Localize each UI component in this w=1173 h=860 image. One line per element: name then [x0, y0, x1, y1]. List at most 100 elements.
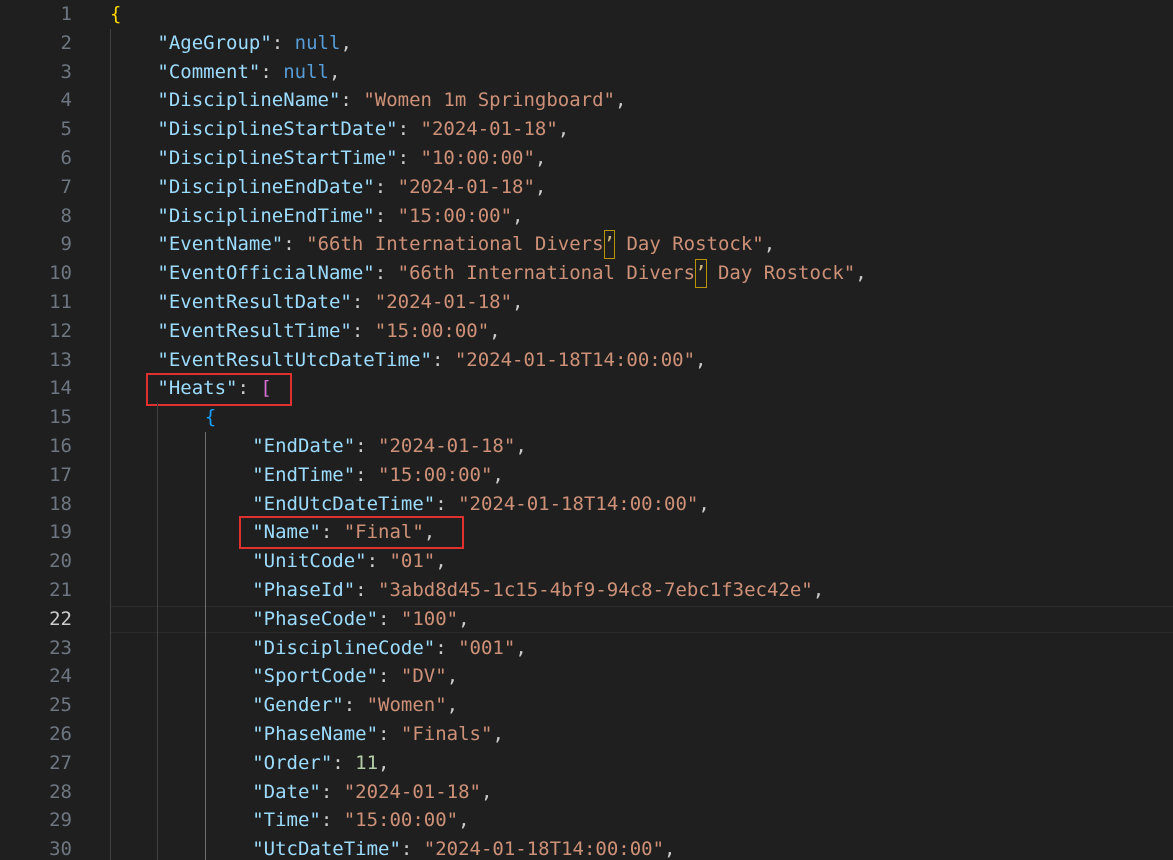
- punctuation: :: [378, 607, 401, 630]
- code-line[interactable]: 4 "DisciplineName": "Women 1m Springboard…: [0, 86, 1173, 115]
- json-string: "2024-01-18T14:00:00": [458, 492, 699, 515]
- punctuation: :: [435, 636, 459, 659]
- code-line[interactable]: 1{: [0, 0, 1173, 29]
- json-string: "2024-01-18": [420, 118, 558, 141]
- json-key: "DisciplineStartDate": [157, 118, 398, 141]
- punctuation: :: [397, 118, 421, 141]
- json-string: "01": [389, 550, 436, 573]
- json-key: "Order": [252, 751, 333, 774]
- line-code: "EventResultDate": "2024-01-18",: [157, 288, 523, 317]
- punctuation: ,: [515, 636, 527, 659]
- code-line[interactable]: 10 "EventOfficialName": "66th Internation…: [0, 259, 1173, 288]
- json-key: "EventResultDate": [157, 290, 352, 313]
- line-number: 25: [49, 694, 72, 717]
- line-code: "AgeGroup": null,: [157, 29, 352, 58]
- line-code: "Order": 11,: [252, 749, 389, 778]
- code-line[interactable]: 6 "DisciplineStartTime": "10:00:00",: [0, 144, 1173, 173]
- highlight-name-box: [239, 516, 464, 549]
- code-line[interactable]: 8 "DisciplineEndTime": "15:00:00",: [0, 202, 1173, 231]
- json-string: "Finals": [400, 722, 493, 745]
- line-number: 18: [49, 492, 72, 515]
- code-line[interactable]: 28 "Date": "2024-01-18",: [0, 778, 1173, 807]
- line-number: 1: [60, 3, 72, 25]
- json-string: "2024-01-18": [378, 434, 516, 457]
- line-number: 28: [49, 780, 72, 803]
- code-line[interactable]: 16 "EndDate": "2024-01-18",: [0, 432, 1173, 461]
- punctuation: :: [374, 204, 398, 227]
- code-line[interactable]: 20 "UnitCode": "01",: [0, 547, 1173, 576]
- line-code: "DisciplineEndTime": "15:00:00",: [157, 202, 523, 231]
- line-number: 6: [60, 146, 72, 169]
- unicode-highlight: ’: [603, 230, 615, 260]
- code-line[interactable]: 15 {: [0, 403, 1173, 432]
- line-code: "EventResultTime": "15:00:00",: [157, 317, 500, 346]
- code-line[interactable]: 22 "PhaseCode": "100",: [0, 605, 1173, 634]
- punctuation: :: [271, 31, 295, 54]
- json-key: "EventOfficialName": [157, 262, 375, 285]
- line-number: 17: [49, 463, 72, 486]
- json-string: "100": [400, 607, 459, 630]
- line-code: "EndUtcDateTime": "2024-01-18T14:00:00",: [252, 490, 710, 519]
- json-string: "15:00:00": [397, 204, 513, 227]
- code-editor[interactable]: 1{2 "AgeGroup": null, 3 "Comment": null, 4 "D…: [0, 0, 1173, 860]
- line-code: "EndDate": "2024-01-18",: [252, 432, 527, 461]
- line-number: 29: [49, 809, 72, 832]
- json-key: "Comment": [157, 60, 261, 83]
- punctuation: ,: [329, 60, 341, 83]
- json-null: null: [294, 31, 341, 54]
- line-code: "Gender": "Women",: [252, 691, 458, 720]
- punctuation: :: [355, 434, 379, 457]
- json-string: "2024-01-18": [343, 780, 481, 803]
- code-line[interactable]: 24 "SportCode": "DV",: [0, 662, 1173, 691]
- code-line[interactable]: 21 "PhaseId": "3abd8d45-1c15-4bf9-94c8-7e…: [0, 576, 1173, 605]
- punctuation: ,: [435, 550, 447, 573]
- punctuation: ,: [481, 780, 493, 803]
- punctuation: :: [378, 665, 401, 688]
- line-code: "EventName": "66th International Divers’…: [157, 230, 776, 260]
- code-line[interactable]: 2 "AgeGroup": null,: [0, 29, 1173, 58]
- code-line[interactable]: 5 "DisciplineStartDate": "2024-01-18",: [0, 115, 1173, 144]
- line-number: 19: [49, 521, 72, 544]
- punctuation: ,: [812, 578, 825, 601]
- punctuation: :: [320, 809, 344, 832]
- code-line[interactable]: 30 "UtcDateTime": "2024-01-18T14:00:00",: [0, 835, 1173, 860]
- code-line[interactable]: 13 "EventResultUtcDateTime": "2024-01-18T…: [0, 346, 1173, 375]
- code-line[interactable]: 18 "EndUtcDateTime": "2024-01-18T14:00:00…: [0, 490, 1173, 519]
- code-line[interactable]: 12 "EventResultTime": "15:00:00",: [0, 317, 1173, 346]
- json-key: "EventResultTime": [157, 319, 352, 342]
- code-line[interactable]: 11 "EventResultDate": "2024-01-18",: [0, 288, 1173, 317]
- json-key: "EndDate": [252, 434, 356, 457]
- punctuation: ,: [512, 290, 524, 313]
- line-number: 4: [60, 89, 72, 112]
- code-line[interactable]: 23 "DisciplineCode": "001",: [0, 634, 1173, 663]
- punctuation: :: [355, 463, 379, 486]
- punctuation: :: [332, 751, 356, 774]
- code-line[interactable]: 7 "DisciplineEndDate": "2024-01-18",: [0, 173, 1173, 202]
- line-code: {: [110, 0, 121, 29]
- line-number: 12: [49, 319, 72, 342]
- json-string: "66th International Divers: [306, 233, 604, 256]
- code-line[interactable]: 3 "Comment": null,: [0, 58, 1173, 87]
- line-code: "PhaseName": "Finals",: [252, 720, 504, 749]
- line-number: 9: [60, 233, 72, 256]
- bracket: {: [110, 3, 122, 25]
- line-code: "PhaseCode": "100",: [252, 605, 469, 634]
- code-line[interactable]: 19 "Name": "Final",: [0, 518, 1173, 547]
- code-line[interactable]: 26 "PhaseName": "Finals",: [0, 720, 1173, 749]
- bracket: {: [204, 406, 217, 429]
- code-line[interactable]: 9 "EventName": "66th International Divers…: [0, 230, 1173, 260]
- punctuation: ,: [763, 233, 776, 256]
- json-key: "EndTime": [252, 463, 356, 486]
- code-line[interactable]: 29 "Time": "15:00:00",: [0, 806, 1173, 835]
- json-string: "Women": [366, 694, 447, 717]
- code-line[interactable]: 17 "EndTime": "15:00:00",: [0, 461, 1173, 490]
- code-line[interactable]: 27 "Order": 11,: [0, 749, 1173, 778]
- json-key: "DisciplineEndTime": [157, 204, 375, 227]
- punctuation: ,: [515, 434, 527, 457]
- line-number: 13: [49, 348, 72, 371]
- punctuation: ,: [340, 31, 352, 54]
- code-line[interactable]: 25 "Gender": "Women",: [0, 691, 1173, 720]
- line-code: "EndTime": "15:00:00",: [252, 461, 504, 490]
- punctuation: ,: [557, 118, 570, 141]
- line-number: 24: [49, 665, 72, 688]
